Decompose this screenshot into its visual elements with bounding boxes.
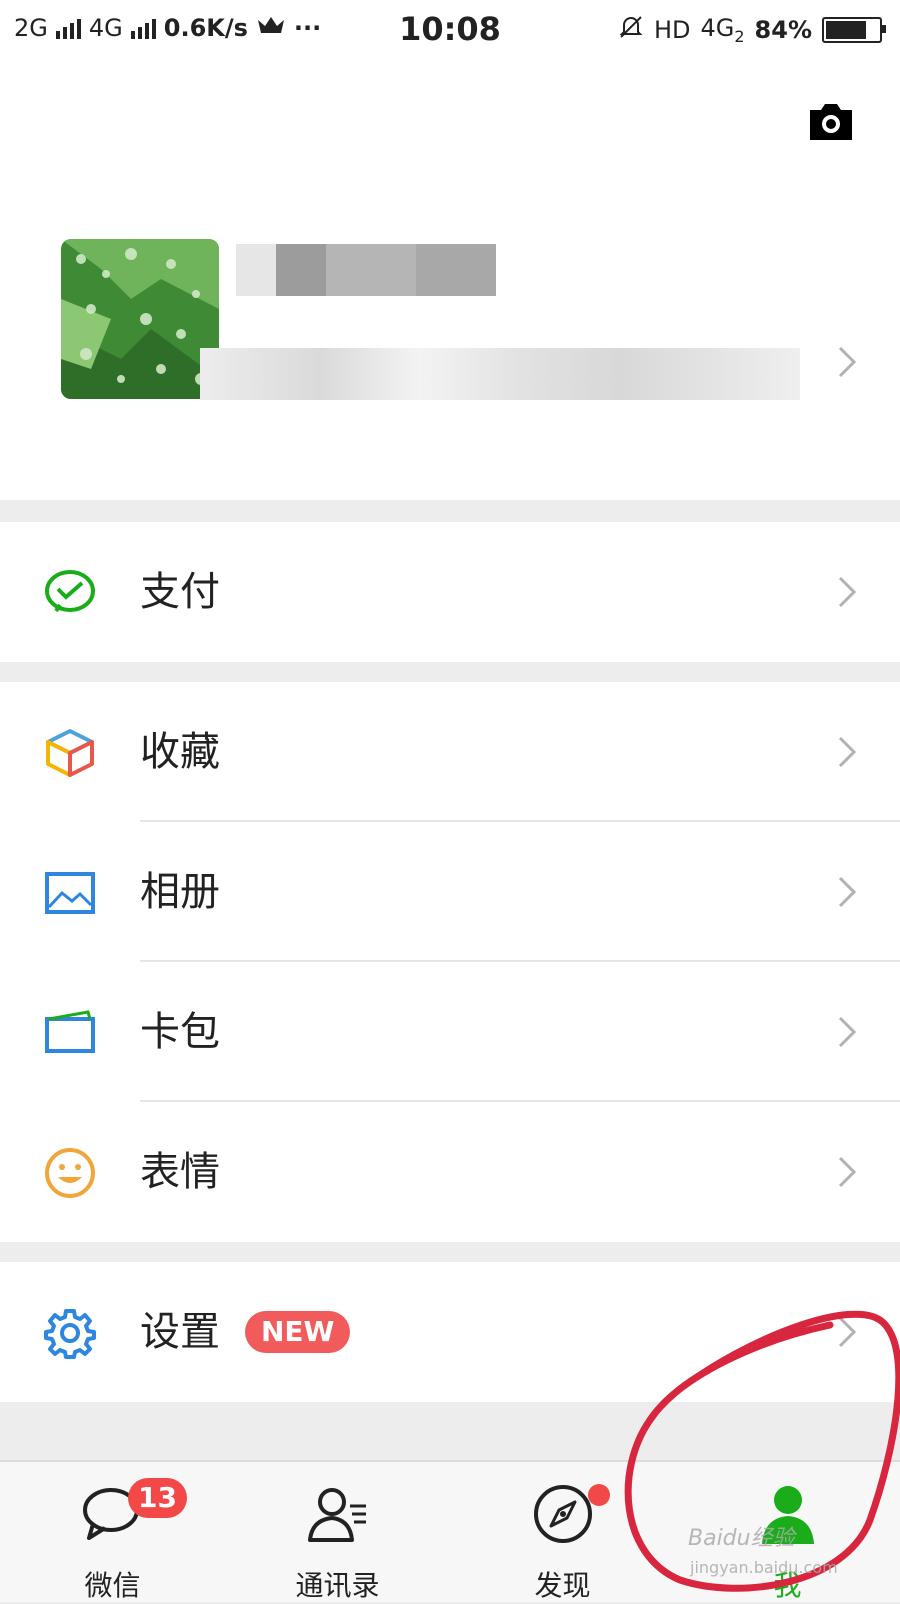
menu-item-album[interactable]: 相册: [0, 822, 900, 962]
tab-contacts[interactable]: 通讯录: [225, 1462, 450, 1602]
chevron-right-icon: [836, 1012, 860, 1052]
profile-header[interactable]: ████████ ████████████████: [0, 62, 900, 500]
avatar[interactable]: [61, 239, 219, 399]
menu-label-pay: 支付: [140, 569, 220, 615]
watermark-brand: Baidu经验: [688, 1526, 795, 1551]
menu-label-album: 相册: [140, 869, 220, 915]
menu-label-settings: 设置: [140, 1309, 220, 1355]
features-group: 收藏 相册 卡包 表情: [0, 682, 900, 1242]
battery-percent: 84%: [754, 16, 812, 44]
menu-item-stickers[interactable]: 表情: [0, 1102, 900, 1242]
hd-indicator: HD: [653, 16, 691, 44]
tab-label-discover: 发现: [534, 1569, 591, 1602]
menu-item-favorites[interactable]: 收藏: [0, 682, 900, 822]
picture-icon: [44, 867, 96, 919]
tab-label-chats: 微信: [84, 1569, 141, 1602]
menu-label-favorites: 收藏: [140, 729, 220, 775]
contacts-icon: [306, 1482, 370, 1546]
chevron-right-icon: [836, 732, 860, 772]
settings-group: 设置 NEW: [0, 1262, 900, 1402]
menu-item-settings[interactable]: 设置 NEW: [0, 1262, 900, 1402]
menu-label-stickers: 表情: [140, 1149, 220, 1195]
menu-item-pay[interactable]: 支付: [0, 522, 900, 662]
watermark-url: jingyan.baidu.com: [690, 1558, 838, 1577]
tab-chats[interactable]: 13 微信: [0, 1462, 225, 1602]
chevron-right-icon: [836, 872, 860, 912]
menu-label-card-wallet: 卡包: [140, 1009, 220, 1055]
compass-icon: [531, 1482, 595, 1546]
gear-icon: [44, 1307, 96, 1359]
profile-name: ████████: [236, 244, 496, 296]
status-bar: 2G 4G 0.6K/s ··· 10:08 HD 4G2 84%: [0, 0, 900, 62]
tab-label-contacts: 通讯录: [295, 1569, 380, 1602]
new-content-dot: [588, 1484, 610, 1506]
mute-bell-icon: [618, 14, 644, 46]
battery-icon: [822, 17, 886, 43]
cube-icon: [44, 727, 96, 779]
smiley-icon: [44, 1147, 96, 1199]
pay-group: 支付: [0, 522, 900, 662]
network-type-3: 4G2: [700, 14, 745, 46]
card-wallet-icon: [44, 1007, 96, 1059]
status-right: HD 4G2 84%: [618, 14, 886, 46]
camera-icon[interactable]: [806, 102, 856, 142]
new-badge: NEW: [245, 1311, 351, 1353]
chevron-right-icon: [836, 1312, 860, 1352]
wechat-id: ████████████████: [200, 348, 800, 400]
chevron-right-icon: [836, 572, 860, 612]
tab-discover[interactable]: 发现: [450, 1462, 675, 1602]
wallet-check-icon: [44, 567, 96, 619]
unread-count-badge: 13: [128, 1478, 187, 1518]
chevron-right-icon: [836, 342, 860, 382]
menu-item-card-wallet[interactable]: 卡包: [0, 962, 900, 1102]
chevron-right-icon: [836, 1152, 860, 1192]
